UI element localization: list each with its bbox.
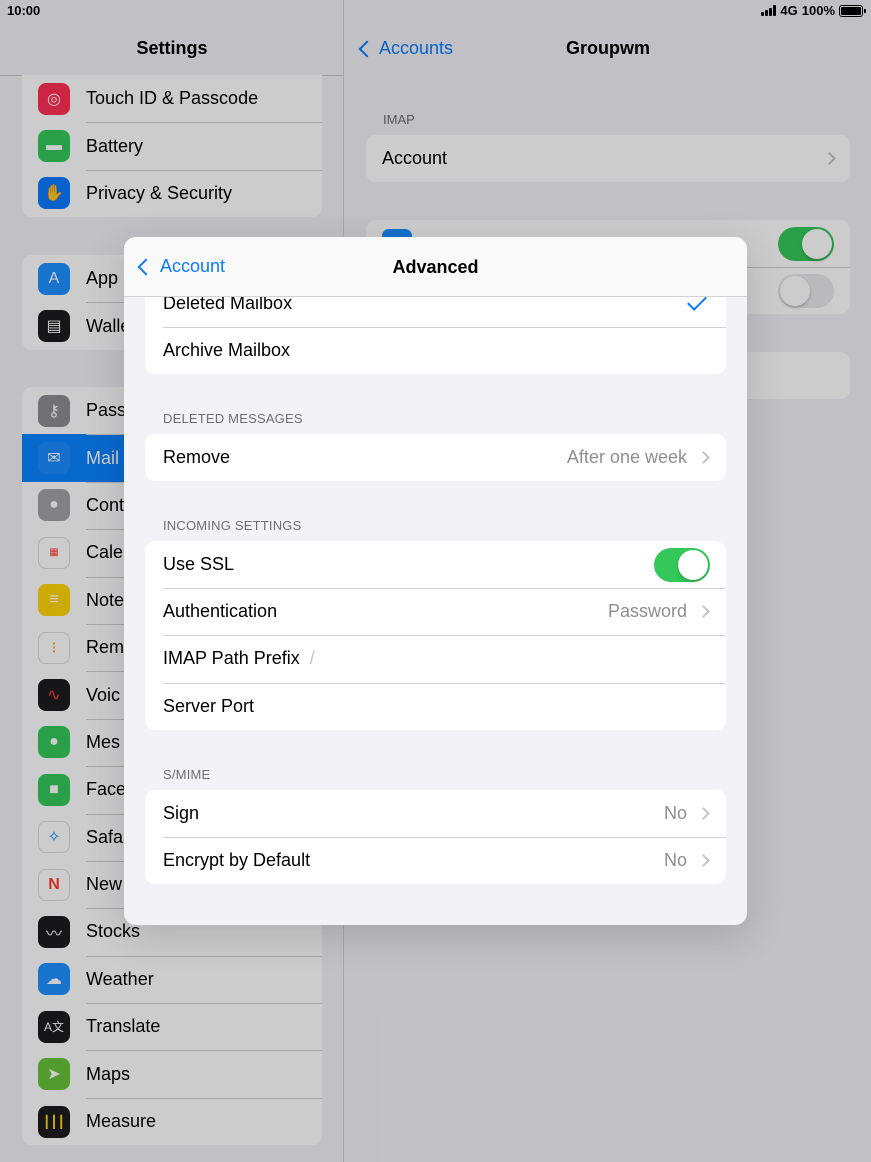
remove-row[interactable]: Remove After one week (145, 434, 726, 481)
sign-row[interactable]: Sign No (145, 790, 726, 837)
battery-percent: 100% (801, 3, 835, 18)
encrypt-by-default-row[interactable]: Encrypt by Default No (145, 837, 726, 884)
deleted-messages-header: DELETED MESSAGES (163, 411, 303, 426)
imap-path-prefix-row[interactable]: IMAP Path Prefix / (145, 635, 726, 682)
advanced-modal: Account Advanced Deleted Mailbox Archive… (124, 237, 747, 925)
encrypt-by-default-label: Encrypt by Default (163, 850, 311, 871)
deleted-messages-group: Remove After one week (145, 434, 726, 482)
network-label: 4G (780, 3, 798, 18)
archive-mailbox-row[interactable]: Archive Mailbox (145, 327, 726, 374)
use-ssl-toggle[interactable] (654, 547, 710, 582)
remove-label: Remove (163, 447, 231, 468)
use-ssl-label: Use SSL (163, 554, 235, 575)
sign-label: Sign (163, 803, 200, 824)
imap-path-prefix-label: IMAP Path Prefix (163, 648, 300, 669)
imap-path-prefix-input[interactable]: / (310, 648, 315, 669)
chevron-right-icon (697, 854, 710, 868)
modal-title: Advanced (392, 257, 479, 277)
battery-icon (839, 4, 866, 17)
server-port-row[interactable]: Server Port (145, 682, 726, 730)
encrypt-by-default-value: No (663, 850, 687, 871)
authentication-label: Authentication (163, 601, 278, 622)
smime-header: S/MIME (163, 767, 211, 782)
use-ssl-row: Use SSL (145, 541, 726, 588)
status-bar: 10:00 4G 100% (0, 0, 871, 22)
chevron-right-icon (697, 605, 710, 619)
archive-mailbox-label: Archive Mailbox (163, 340, 291, 361)
authentication-value: Password (607, 601, 687, 622)
status-time: 10:00 (7, 3, 41, 18)
remove-value: After one week (566, 447, 687, 468)
incoming-settings-group: Use SSL Authentication Password IMAP Pat… (145, 541, 726, 730)
modal-nav-bar: Account Advanced (124, 237, 747, 297)
server-port-label: Server Port (163, 695, 255, 716)
authentication-row[interactable]: Authentication Password (145, 588, 726, 635)
status-indicators: 4G 100% (761, 3, 866, 18)
signal-icon (761, 5, 777, 16)
sign-value: No (663, 803, 687, 824)
incoming-settings-header: INCOMING SETTINGS (163, 518, 302, 533)
chevron-right-icon (697, 807, 710, 820)
smime-group: Sign No Encrypt by Default No (145, 790, 726, 885)
chevron-right-icon (697, 451, 710, 464)
